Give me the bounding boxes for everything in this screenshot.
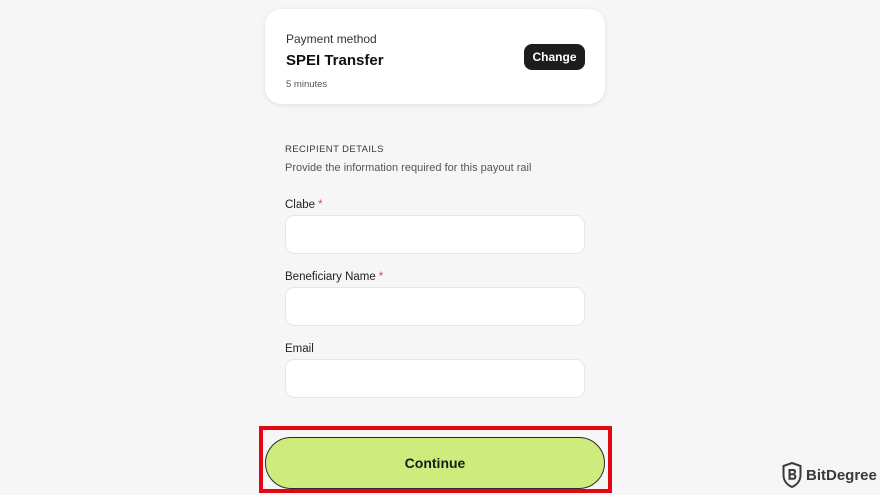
clabe-label-text: Clabe <box>285 199 316 211</box>
bitdegree-shield-icon <box>782 462 802 488</box>
bitdegree-watermark: BitDegree <box>782 462 877 488</box>
payment-method-label: Payment method <box>286 32 377 46</box>
payment-method-card: Payment method SPEI Transfer 5 minutes C… <box>265 9 605 104</box>
beneficiary-name-label: Beneficiary Name * <box>285 271 383 283</box>
email-label-text: Email <box>285 343 314 355</box>
clabe-input[interactable] <box>285 215 585 254</box>
recipient-details-title: RECIPIENT DETAILS <box>285 144 384 155</box>
email-input[interactable] <box>285 359 585 398</box>
beneficiary-name-input[interactable] <box>285 287 585 326</box>
change-button[interactable]: Change <box>524 44 585 70</box>
page: Payment method SPEI Transfer 5 minutes C… <box>0 0 880 495</box>
required-star: * <box>378 271 384 283</box>
clabe-label: Clabe * <box>285 199 323 211</box>
email-label: Email <box>285 343 314 355</box>
recipient-details-subtitle: Provide the information required for thi… <box>285 162 532 174</box>
payment-method-time: 5 minutes <box>286 79 328 90</box>
payment-method-name: SPEI Transfer <box>286 52 384 69</box>
required-star: * <box>318 199 323 211</box>
beneficiary-name-label-text: Beneficiary Name <box>285 271 376 283</box>
continue-button[interactable]: Continue <box>265 437 605 489</box>
bitdegree-watermark-text: BitDegree <box>806 466 877 484</box>
